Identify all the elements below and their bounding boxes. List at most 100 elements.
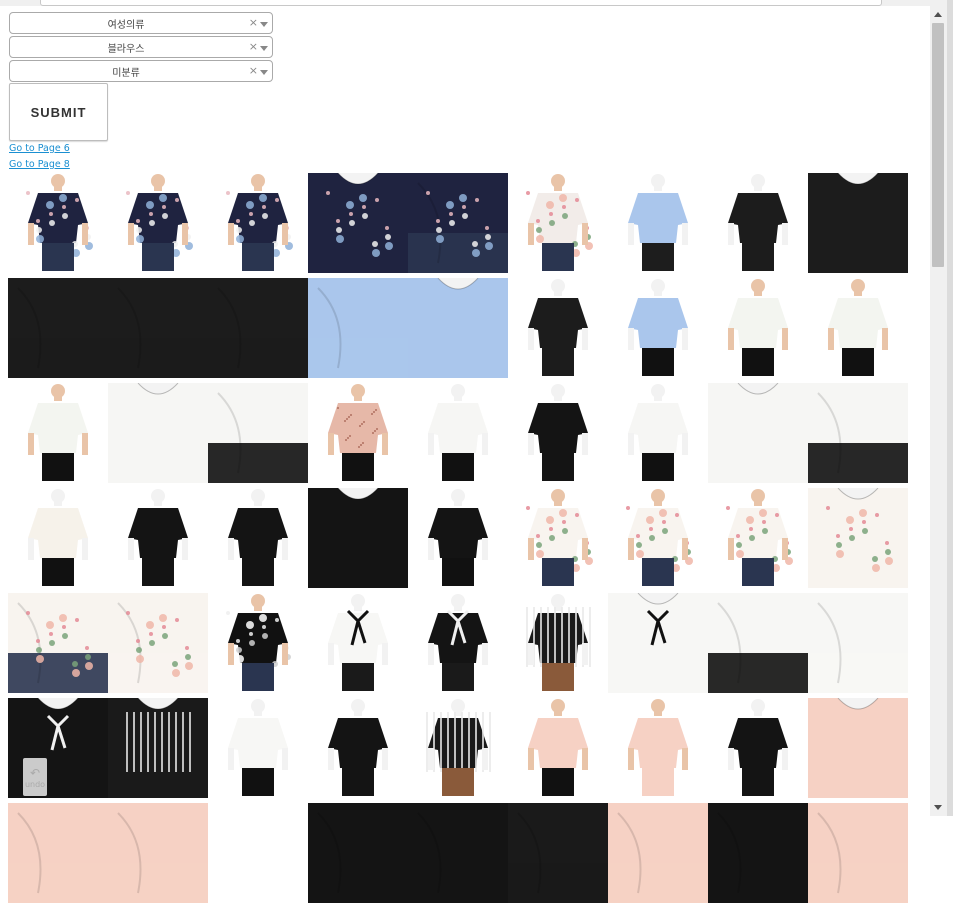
clear-icon[interactable]: × <box>249 40 258 53</box>
clear-icon[interactable]: × <box>249 16 258 29</box>
garment-image <box>808 173 908 273</box>
garment-image <box>8 803 108 903</box>
product-thumbnail[interactable] <box>508 593 608 693</box>
product-thumbnail[interactable] <box>708 803 808 903</box>
garment-image <box>808 698 908 798</box>
product-thumbnail[interactable] <box>308 488 408 588</box>
product-thumbnail[interactable] <box>108 698 208 798</box>
product-thumbnail[interactable] <box>708 698 808 798</box>
product-thumbnail[interactable] <box>8 803 108 903</box>
product-thumbnail[interactable] <box>108 173 208 273</box>
garment-image <box>8 383 108 483</box>
category-select-detail[interactable]: 미분류 × <box>9 60 273 82</box>
product-thumbnail[interactable] <box>508 488 608 588</box>
garment-image <box>608 488 708 588</box>
product-thumbnail[interactable] <box>508 383 608 483</box>
product-thumbnail[interactable] <box>808 278 908 378</box>
product-thumbnail[interactable] <box>208 173 308 273</box>
category-select-sub[interactable]: 블라우스 × <box>9 36 273 58</box>
product-thumbnail[interactable] <box>308 593 408 693</box>
product-thumbnail[interactable] <box>708 173 808 273</box>
go-to-previous-page-link[interactable]: Go to Page 6 <box>9 143 70 154</box>
garment-image <box>508 593 608 693</box>
product-thumbnail[interactable] <box>408 803 508 903</box>
garment-image <box>508 173 608 273</box>
product-thumbnail[interactable] <box>108 278 208 378</box>
product-thumbnail[interactable] <box>8 278 108 378</box>
product-thumbnail[interactable] <box>108 803 208 903</box>
product-thumbnail[interactable] <box>408 698 508 798</box>
chevron-down-icon[interactable] <box>260 70 268 75</box>
submit-button[interactable]: SUBMIT <box>9 83 108 141</box>
garment-image <box>208 278 308 378</box>
product-thumbnail[interactable] <box>408 383 508 483</box>
product-thumbnail[interactable] <box>708 383 808 483</box>
product-thumbnail[interactable] <box>408 278 508 378</box>
product-thumbnail[interactable] <box>208 593 308 693</box>
product-thumbnail[interactable] <box>308 383 408 483</box>
product-thumbnail[interactable] <box>208 488 308 588</box>
product-thumbnail[interactable] <box>8 593 108 693</box>
product-thumbnail[interactable] <box>608 173 708 273</box>
product-thumbnail[interactable] <box>708 593 808 693</box>
product-thumbnail[interactable] <box>608 698 708 798</box>
product-thumbnail[interactable] <box>608 593 708 693</box>
scroll-up-arrow-icon[interactable] <box>934 12 942 17</box>
product-thumbnail[interactable] <box>308 803 408 903</box>
product-thumbnail[interactable] <box>208 803 308 903</box>
product-thumbnail[interactable] <box>508 173 608 273</box>
garment-image <box>708 173 808 273</box>
product-thumbnail[interactable] <box>108 488 208 588</box>
product-thumbnail[interactable] <box>8 488 108 588</box>
garment-image <box>508 803 608 903</box>
product-thumbnail[interactable] <box>208 383 308 483</box>
vertical-scrollbar[interactable] <box>930 6 947 816</box>
garment-image <box>308 803 408 903</box>
garment-image <box>608 278 708 378</box>
scrollbar-thumb[interactable] <box>932 23 944 267</box>
product-thumbnail[interactable] <box>608 488 708 588</box>
product-thumbnail[interactable] <box>8 173 108 273</box>
product-thumbnail[interactable] <box>408 488 508 588</box>
product-thumbnail[interactable] <box>208 698 308 798</box>
product-thumbnail[interactable] <box>608 278 708 378</box>
product-thumbnail[interactable] <box>108 593 208 693</box>
undo-button[interactable]: ↶ undo <box>23 758 47 796</box>
garment-image <box>708 593 808 693</box>
product-thumbnail[interactable] <box>408 593 508 693</box>
product-thumbnail[interactable] <box>708 488 808 588</box>
product-thumbnail[interactable] <box>808 698 908 798</box>
page-content: 여성의류 × 블라우스 × 미분류 × SUBMIT Go to Page 6 … <box>0 6 930 903</box>
product-thumbnail[interactable] <box>708 278 808 378</box>
garment-image <box>708 698 808 798</box>
product-thumbnail[interactable] <box>8 383 108 483</box>
garment-image <box>608 698 708 798</box>
undo-label: undo <box>24 779 46 789</box>
product-thumbnail[interactable] <box>808 173 908 273</box>
scroll-down-arrow-icon[interactable] <box>934 805 942 810</box>
product-thumbnail[interactable] <box>608 383 708 483</box>
garment-image <box>108 278 208 378</box>
product-thumbnail[interactable] <box>808 488 908 588</box>
product-thumbnail[interactable] <box>308 278 408 378</box>
garment-image <box>608 803 708 903</box>
garment-image <box>608 593 708 693</box>
product-thumbnail[interactable] <box>508 803 608 903</box>
chevron-down-icon[interactable] <box>260 22 268 27</box>
product-thumbnail[interactable] <box>608 803 708 903</box>
product-thumbnail[interactable] <box>508 698 608 798</box>
go-to-next-page-link[interactable]: Go to Page 8 <box>9 159 70 170</box>
product-thumbnail[interactable] <box>208 278 308 378</box>
garment-image <box>608 173 708 273</box>
product-thumbnail[interactable] <box>808 803 908 903</box>
category-select-main[interactable]: 여성의류 × <box>9 12 273 34</box>
product-thumbnail[interactable] <box>808 593 908 693</box>
clear-icon[interactable]: × <box>249 64 258 77</box>
product-thumbnail[interactable] <box>308 698 408 798</box>
product-thumbnail[interactable] <box>808 383 908 483</box>
chevron-down-icon[interactable] <box>260 46 268 51</box>
product-thumbnail[interactable] <box>308 173 408 273</box>
product-thumbnail[interactable] <box>508 278 608 378</box>
product-thumbnail[interactable] <box>408 173 508 273</box>
product-thumbnail[interactable] <box>108 383 208 483</box>
